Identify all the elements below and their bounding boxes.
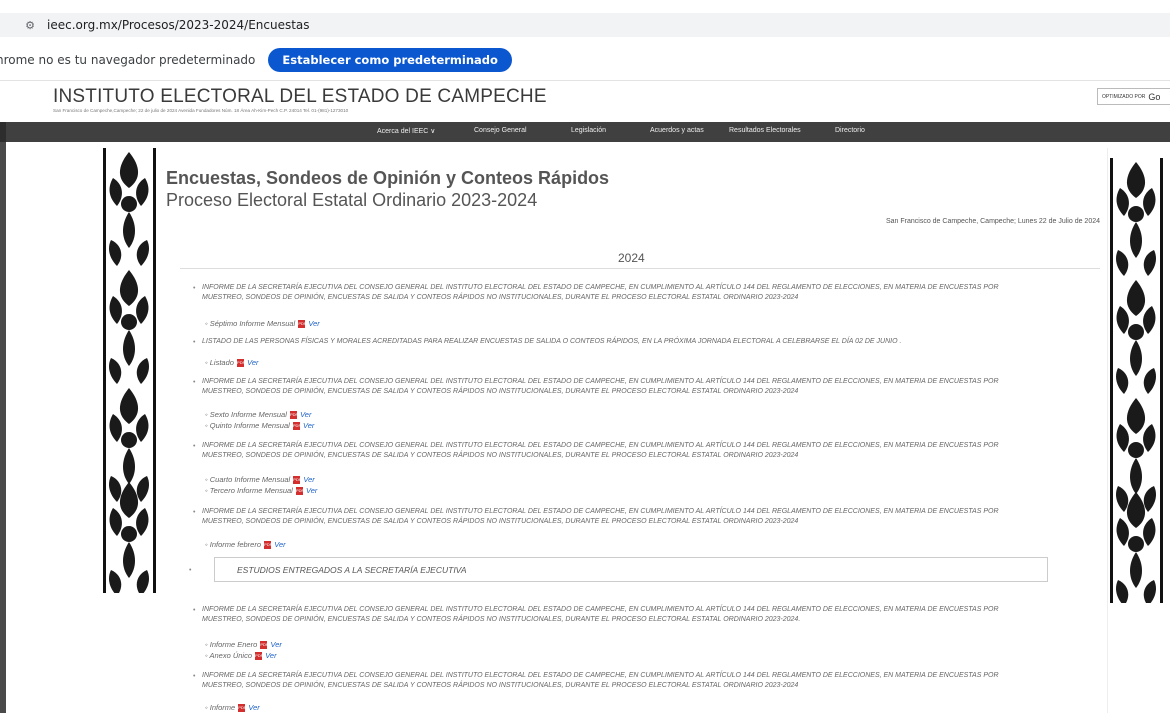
search-input[interactable]: OPTIMIZADO POR Go	[1097, 88, 1170, 105]
left-shadow	[0, 142, 6, 713]
ver-link[interactable]: Ver	[274, 540, 285, 549]
pdf-icon: PDF	[293, 476, 302, 485]
ver-link[interactable]: Ver	[303, 475, 314, 484]
nav-item-acuerdos[interactable]: Acuerdos y actas	[650, 127, 704, 134]
informe-text: INFORME DE LA SECRETARÍA EJECUTIVA DEL C…	[202, 508, 999, 525]
ver-link[interactable]: Ver	[300, 410, 311, 419]
list-item: ◦ Cuarto Informe Mensual PDF Ver	[205, 475, 315, 485]
list-item: ◦ Quinto Informe Mensual PDF Ver	[205, 421, 315, 431]
address-bar[interactable]: ⚙ ieec.org.mx/Procesos/2023-2024/Encuest…	[0, 13, 1170, 37]
nav-item-legislacion[interactable]: Legislación	[571, 127, 606, 134]
list-item: ◦ Sexto Informe Mensual PDF Ver	[205, 410, 312, 420]
year-divider	[180, 268, 1100, 269]
main-navbar: Acerca del IEEC ∨ Consejo General Legisl…	[6, 122, 1170, 142]
ver-link[interactable]: Ver	[306, 486, 317, 495]
list-item: ◦ Informe Enero PDF Ver	[205, 640, 282, 650]
page-subtitle: Proceso Electoral Estatal Ordinario 2023…	[166, 190, 538, 210]
informe-text: INFORME DE LA SECRETARÍA EJECUTIVA DEL C…	[202, 606, 999, 623]
list-item: ◦ Informe PDF Ver	[205, 703, 260, 713]
bullet-icon: •	[193, 285, 196, 292]
nav-item-resultados[interactable]: Resultados Electorales	[729, 127, 801, 134]
bullet-icon: •	[193, 607, 196, 614]
pdf-icon: PDF	[298, 320, 307, 329]
list-item: ◦ Tercero Informe Mensual PDF Ver	[205, 486, 318, 496]
ver-link[interactable]: Ver	[308, 319, 319, 328]
bullet-icon: •	[189, 567, 192, 574]
estudios-section[interactable]: ESTUDIOS ENTREGADOS A LA SECRETARÍA EJEC…	[214, 557, 1048, 582]
ver-link[interactable]: Ver	[265, 651, 276, 660]
nav-item-directorio[interactable]: Directorio	[835, 127, 865, 134]
informe-text: INFORME DE LA SECRETARÍA EJECUTIVA DEL C…	[202, 284, 999, 301]
estudios-title: ESTUDIOS ENTREGADOS A LA SECRETARÍA EJEC…	[237, 565, 467, 575]
site-info-icon[interactable]: ⚙	[22, 17, 38, 33]
page-title: Encuestas, Sondeos de Opinión y Conteos …	[166, 168, 610, 188]
informe-text: INFORME DE LA SECRETARÍA EJECUTIVA DEL C…	[202, 672, 999, 689]
ver-link[interactable]: Ver	[247, 358, 258, 367]
bullet-icon: •	[193, 509, 196, 516]
content-panel	[157, 148, 1108, 713]
pdf-icon: PDF	[264, 541, 273, 550]
pdf-icon: PDF	[237, 359, 246, 368]
search-brand: Go	[1148, 91, 1161, 102]
informe-text: INFORME DE LA SECRETARÍA EJECUTIVA DEL C…	[202, 442, 999, 459]
pdf-icon: PDF	[260, 641, 269, 650]
site-address: San Francisco de Campeche,Campeche; 22 d…	[53, 108, 349, 113]
site-header: INSTITUTO ELECTORAL DEL ESTADO DE CAMPEC…	[0, 81, 1170, 120]
default-browser-infobar: hrome no es tu navegador predeterminado …	[0, 40, 1170, 81]
list-item: ◦ Listado PDF Ver	[205, 358, 259, 368]
bullet-icon: •	[193, 339, 196, 346]
left-floral-border	[103, 148, 156, 593]
pdf-icon: PDF	[289, 411, 298, 420]
list-item: ◦ Séptimo Informe Mensual PDF Ver	[205, 319, 320, 329]
pdf-icon: PDF	[238, 704, 247, 713]
pdf-icon: PDF	[292, 422, 301, 431]
ver-link[interactable]: Ver	[270, 640, 281, 649]
search-label: OPTIMIZADO POR	[1102, 93, 1146, 100]
nav-item-consejo[interactable]: Consejo General	[474, 127, 527, 134]
pdf-icon: PDF	[295, 487, 304, 496]
pdf-icon: PDF	[255, 652, 264, 661]
list-item: ◦ Anexo Único PDF Ver	[205, 651, 277, 661]
content-divider	[1107, 148, 1108, 713]
list-item: ◦ Informe febrero PDF Ver	[205, 540, 286, 550]
bullet-icon: •	[193, 379, 196, 386]
bullet-icon: •	[193, 673, 196, 680]
ver-link[interactable]: Ver	[303, 421, 314, 430]
informe-text: INFORME DE LA SECRETARÍA EJECUTIVA DEL C…	[202, 378, 999, 395]
nav-item-acerca[interactable]: Acerca del IEEC ∨	[377, 127, 435, 135]
listado-text: LISTADO DE LAS PERSONAS FÍSICAS Y MORALE…	[202, 338, 902, 345]
set-default-button[interactable]: Establecer como predeterminado	[268, 48, 512, 72]
ver-link[interactable]: Ver	[248, 703, 259, 712]
date-line: San Francisco de Campeche, Campeche; Lun…	[885, 218, 1100, 225]
site-title[interactable]: INSTITUTO ELECTORAL DEL ESTADO DE CAMPEC…	[53, 86, 547, 108]
url-text[interactable]: ieec.org.mx/Procesos/2023-2024/Encuestas	[47, 18, 310, 32]
right-floral-border	[1110, 158, 1163, 603]
year-heading: 2024	[618, 251, 645, 265]
bullet-icon: •	[193, 443, 196, 450]
infobar-message: hrome no es tu navegador predeterminado	[0, 53, 256, 67]
